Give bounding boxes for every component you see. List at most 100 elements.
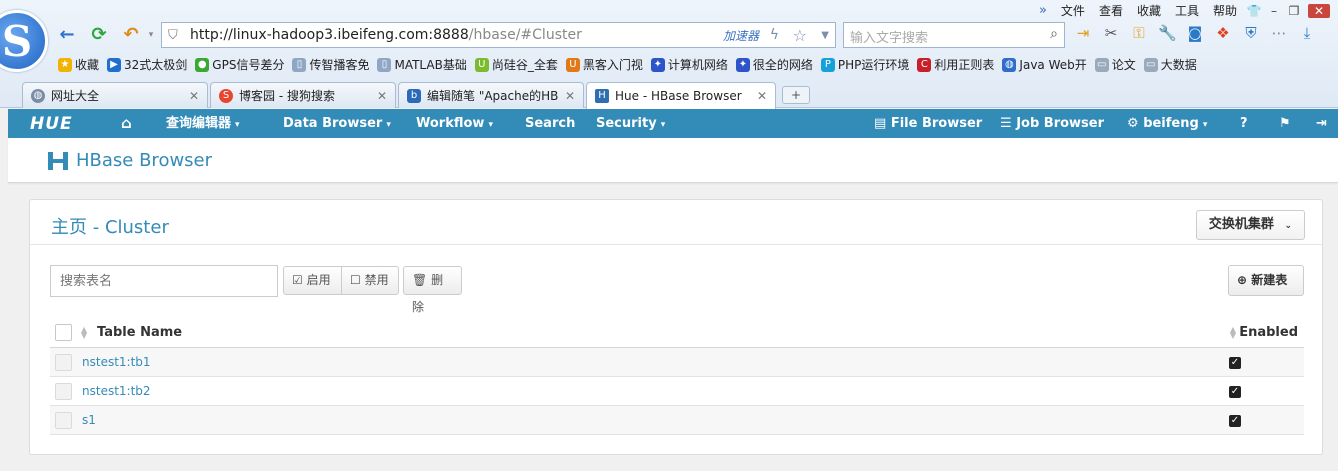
app-title[interactable]: HBase Browser bbox=[76, 150, 212, 171]
table-row[interactable]: s1 ✓ bbox=[50, 406, 1304, 435]
table-row[interactable]: nstest1:tb2 ✓ bbox=[50, 377, 1304, 406]
enabled-check-icon: ✓ bbox=[1229, 415, 1241, 427]
table-row[interactable]: nstest1:tb1 ✓ bbox=[50, 348, 1304, 377]
menu-help[interactable]: 帮助 bbox=[1206, 2, 1244, 19]
menu-tools[interactable]: 工具 bbox=[1168, 2, 1206, 19]
bookmark-item[interactable]: ▭ 论文 bbox=[1094, 56, 1136, 73]
shield-icon[interactable]: ⛨ bbox=[1242, 24, 1260, 44]
bookmark-item[interactable]: ★ 收藏 bbox=[58, 56, 99, 73]
table-name-link[interactable]: nstest1:tb2 bbox=[82, 384, 151, 398]
wrench-icon[interactable]: 🔧 bbox=[1158, 24, 1177, 44]
nav-search[interactable]: Search bbox=[525, 109, 575, 138]
menu-favorites[interactable]: 收藏 bbox=[1130, 2, 1168, 19]
row-checkbox[interactable] bbox=[55, 412, 72, 429]
undo-close-icon[interactable]: ↶ bbox=[120, 24, 142, 46]
logout-icon[interactable]: ⇥ bbox=[1316, 109, 1327, 138]
table-search-input[interactable] bbox=[50, 265, 278, 297]
nav-query-editors[interactable]: 查询编辑器 ▾ bbox=[166, 109, 240, 138]
tab-edit-post[interactable]: b 编辑随笔 "Apache的HB ✕ bbox=[398, 82, 584, 108]
translate-icon[interactable]: ◙ bbox=[1186, 24, 1204, 44]
refresh-icon[interactable]: ⟳ bbox=[88, 24, 110, 46]
star-icon: ★ bbox=[58, 57, 72, 72]
home-icon[interactable]: ⌂ bbox=[121, 109, 132, 138]
nav-user-menu[interactable]: ⚙ beifeng ▾ bbox=[1127, 109, 1207, 138]
chevron-down-icon[interactable]: ▾ bbox=[140, 24, 162, 46]
download-icon[interactable]: ⤓ bbox=[1298, 24, 1316, 44]
help-icon[interactable]: ? bbox=[1240, 109, 1248, 138]
select-all-checkbox[interactable] bbox=[55, 324, 72, 341]
accelerator-label[interactable]: 加速器 bbox=[723, 27, 759, 44]
hue-logo[interactable]: HUE bbox=[30, 114, 73, 134]
minimize-icon[interactable]: – bbox=[1264, 4, 1284, 18]
bookmark-item[interactable]: ▭ 大数据 bbox=[1143, 56, 1197, 73]
menu-file[interactable]: 文件 bbox=[1054, 2, 1092, 19]
bolt-icon[interactable]: ϟ bbox=[770, 27, 779, 43]
bookmark-item[interactable]: P PHP运行环境 bbox=[820, 56, 909, 73]
menu-view[interactable]: 查看 bbox=[1092, 2, 1130, 19]
restore-icon[interactable]: ❐ bbox=[1284, 4, 1304, 18]
login-icon[interactable]: ⇥ bbox=[1074, 24, 1092, 44]
cogs-icon: ⚙ bbox=[1127, 116, 1144, 131]
bookmark-item[interactable]: ▯ MATLAB基础 bbox=[377, 56, 467, 73]
gift-icon[interactable]: ❖ bbox=[1214, 24, 1232, 44]
row-checkbox[interactable] bbox=[55, 354, 72, 371]
star-icon[interactable]: ☆ bbox=[793, 26, 807, 45]
disable-button[interactable]: ☐ 禁用 bbox=[341, 266, 399, 295]
switch-cluster-button[interactable]: 交换机集群 ⌄ bbox=[1195, 210, 1305, 240]
nav-data-browser[interactable]: Data Browser ▾ bbox=[283, 109, 391, 138]
sort-icon[interactable]: ▲ ▼ bbox=[81, 326, 87, 340]
bookmark-item[interactable]: U 尚硅谷_全套 bbox=[474, 56, 558, 73]
bookmark-label: 计算机网络 bbox=[667, 58, 728, 72]
address-bar[interactable]: ⛉ http://linux-hadoop3.ibeifeng.com:8888… bbox=[161, 22, 836, 48]
toolbar-icons: ⇥ ✂ ⚿ 🔧 ◙ ❖ ⛨ ⋯ ⤓ bbox=[1074, 24, 1316, 44]
security-shield-icon: ⛉ bbox=[168, 27, 178, 43]
hue-icon: H bbox=[595, 89, 609, 103]
bookmark-item[interactable]: C 利用正则表 bbox=[917, 56, 994, 73]
back-arrow-icon[interactable]: ← bbox=[56, 24, 78, 46]
search-icon[interactable]: ⌕ bbox=[1050, 26, 1058, 42]
table-name-link[interactable]: nstest1:tb1 bbox=[82, 355, 151, 369]
bookmark-item[interactable]: U 黑客入门视 bbox=[565, 56, 643, 73]
close-window-icon[interactable]: ✕ bbox=[1308, 3, 1330, 18]
nav-workflow[interactable]: Workflow ▾ bbox=[416, 109, 493, 138]
bookmark-item[interactable]: ▶ 32式太极剑 bbox=[107, 56, 187, 73]
bookmark-item[interactable]: ● GPS信号差分 bbox=[195, 56, 284, 73]
close-tab-icon[interactable]: ✕ bbox=[189, 89, 199, 103]
column-header-table-name[interactable]: Table Name bbox=[97, 325, 182, 340]
nav-security[interactable]: Security ▾ bbox=[596, 109, 665, 138]
close-tab-icon[interactable]: ✕ bbox=[757, 89, 767, 103]
plus-circle-icon: ⊕ bbox=[1237, 273, 1248, 287]
key-icon[interactable]: ⚿ bbox=[1130, 24, 1148, 44]
new-table-button[interactable]: ⊕ 新建表 bbox=[1228, 265, 1304, 296]
hbase-icon bbox=[48, 152, 68, 170]
table-name-link[interactable]: s1 bbox=[82, 413, 96, 427]
delete-button[interactable]: 🗑 删除 bbox=[403, 266, 462, 314]
row-checkbox[interactable] bbox=[55, 383, 72, 400]
flag-icon[interactable]: ⚑ bbox=[1279, 109, 1291, 138]
tab-sogou-search[interactable]: S 博客园 - 搜狗搜索 ✕ bbox=[210, 82, 396, 108]
enable-button[interactable]: ☑ 启用 bbox=[283, 266, 342, 295]
bookmark-label: 尚硅谷_全套 bbox=[491, 58, 558, 72]
bookmarks-bar: ★ 收藏 ▶ 32式太极剑 ● GPS信号差分 ▯ 传智播客免 ▯ MATLAB基础 U 尚硅谷_全套… bbox=[58, 56, 1205, 73]
breadcrumb-home[interactable]: 主页 bbox=[51, 217, 87, 238]
new-tab-button[interactable]: + bbox=[782, 86, 810, 104]
more-icon[interactable]: ⋯ bbox=[1270, 24, 1288, 44]
scissors-icon[interactable]: ✂ bbox=[1102, 24, 1120, 44]
skin-icon[interactable]: 👕 bbox=[1244, 4, 1264, 18]
column-header-enabled[interactable]: Enabled bbox=[1239, 325, 1298, 340]
button-label: 启用 bbox=[306, 273, 331, 287]
bookmark-item[interactable]: ✦ 计算机网络 bbox=[650, 56, 728, 73]
close-tab-icon[interactable]: ✕ bbox=[565, 89, 575, 103]
bookmark-item[interactable]: ✦ 很全的网络 bbox=[735, 56, 813, 73]
chevron-down-icon[interactable]: ▼ bbox=[821, 30, 829, 41]
nav-file-browser[interactable]: ▤ File Browser bbox=[874, 109, 982, 138]
close-tab-icon[interactable]: ✕ bbox=[377, 89, 387, 103]
sort-icon[interactable]: ▲ ▼ bbox=[1230, 326, 1236, 340]
bookmark-item[interactable]: ◍ Java Web开 bbox=[1002, 56, 1087, 73]
menu-overflow-chevron[interactable]: » bbox=[1032, 3, 1054, 18]
nav-job-browser[interactable]: ☰ Job Browser bbox=[1000, 109, 1104, 138]
browser-search-input[interactable]: 输入文字搜索 ⌕ bbox=[843, 22, 1065, 48]
tab-hao123[interactable]: ◍ 网址大全 ✕ bbox=[22, 82, 208, 108]
tab-hue-hbase[interactable]: H Hue - HBase Browser ✕ bbox=[586, 82, 776, 109]
bookmark-item[interactable]: ▯ 传智播客免 bbox=[292, 56, 369, 73]
